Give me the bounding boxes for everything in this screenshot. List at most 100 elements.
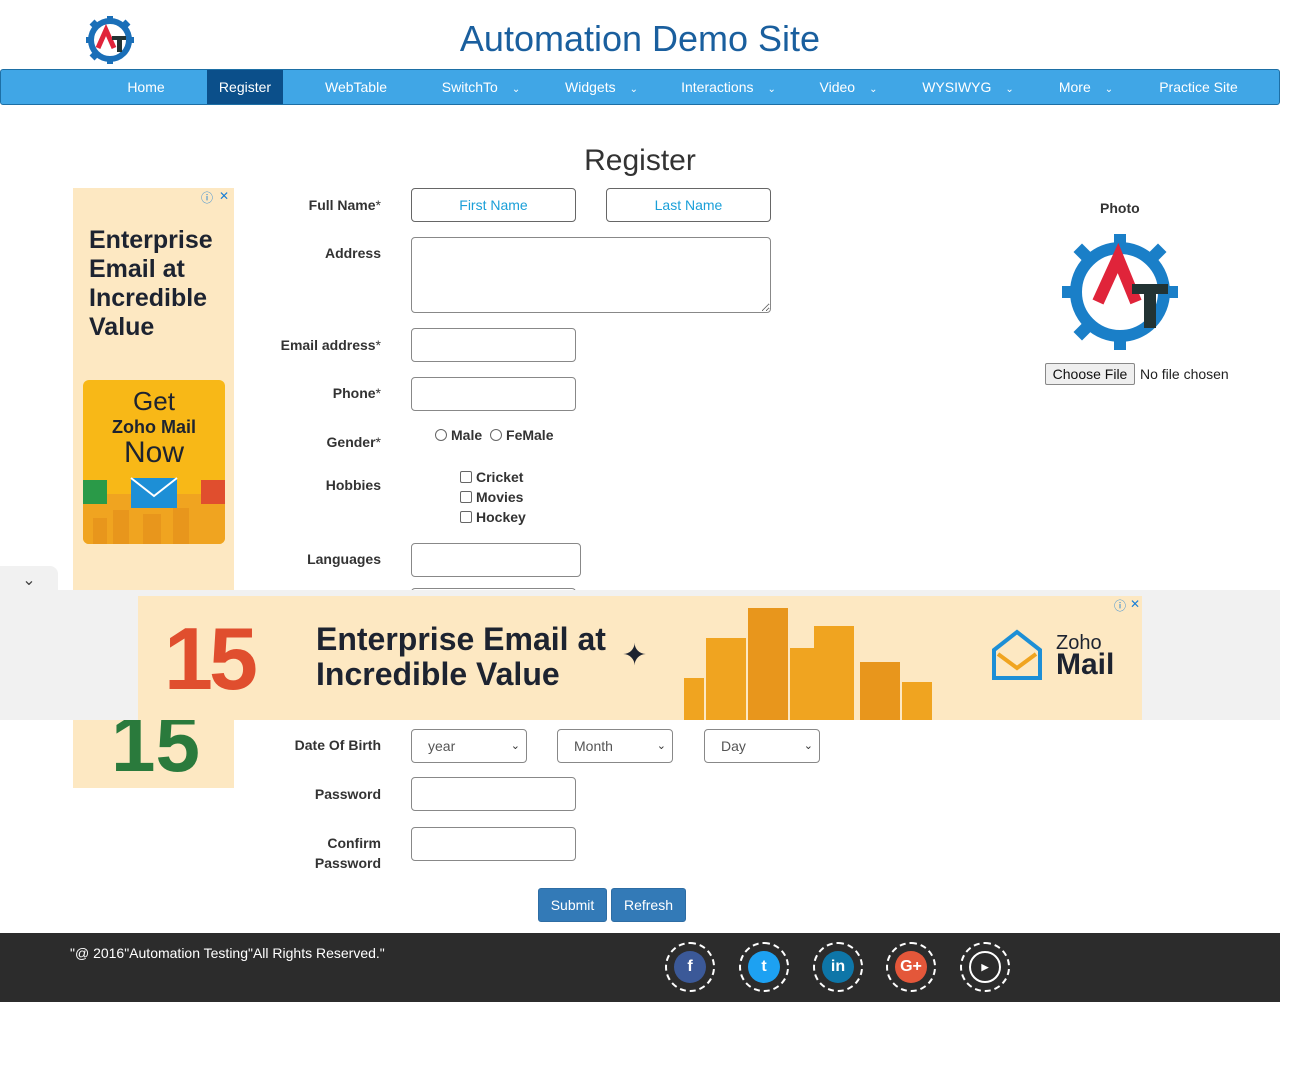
dob-day-select[interactable]: Day ⌄ <box>704 729 820 763</box>
nav-video[interactable]: Video ⌄ <box>811 70 886 104</box>
chevron-down-icon: ⌄ <box>22 572 36 589</box>
full-name-label: Full Name* <box>309 195 381 215</box>
youtube-icon: ▶ <box>969 951 1001 983</box>
hobby-hockey: Hockey <box>460 509 526 525</box>
twitter-link[interactable]: t <box>739 942 789 992</box>
youtube-link[interactable]: ▶ <box>960 942 1010 992</box>
nav-wysiwyg-label: WYSIWYG <box>922 79 992 95</box>
confirm-password-label-line2: Password <box>314 855 381 871</box>
dob-year-value: year <box>428 738 456 754</box>
full-name-label-text: Full Name <box>308 197 376 213</box>
close-icon[interactable]: ✕ <box>219 189 229 203</box>
phone-label: Phone* <box>333 383 381 403</box>
chevron-down-icon: ⌄ <box>511 84 521 95</box>
nav-widgets[interactable]: Widgets ⌄ <box>554 70 649 104</box>
ad-banner-text: Enterprise Email at Incredible Value <box>316 622 606 692</box>
nav-webtable[interactable]: WebTable <box>311 70 401 104</box>
nav-practice-site[interactable]: Practice Site <box>1151 70 1246 104</box>
ad-headline-line: Email at <box>89 255 185 283</box>
nav-interactions[interactable]: Interactions ⌄ <box>671 70 786 104</box>
dob-label: Date Of Birth <box>294 737 381 753</box>
password-label: Password <box>314 786 381 802</box>
dob-month-select[interactable]: Month ⌄ <box>557 729 673 763</box>
required-mark: * <box>375 385 381 401</box>
nav-more-label: More <box>1058 79 1091 95</box>
zoho-mail-icon <box>992 629 1042 680</box>
gender-options: Male FeMale <box>435 427 553 443</box>
nav-home[interactable]: Home <box>111 70 181 104</box>
email-field[interactable] <box>411 328 576 362</box>
chevron-down-icon: ⌄ <box>767 84 776 95</box>
close-icon[interactable]: ✕ <box>1130 597 1140 611</box>
ad-banner-text-line: Incredible Value <box>316 656 560 692</box>
ad-cta-brand: Zoho Mail <box>112 417 196 437</box>
chevron-down-icon: ⌄ <box>510 740 520 752</box>
hobby-movies-label: Movies <box>476 489 524 505</box>
ad-cta-get: Get <box>133 386 175 416</box>
email-label-text: Email address <box>280 337 376 353</box>
phone-field[interactable] <box>411 377 576 411</box>
google-plus-icon: G+ <box>895 951 927 983</box>
mail-envelope-icon <box>83 477 225 544</box>
gender-label: Gender* <box>327 432 381 452</box>
required-mark: * <box>375 197 381 213</box>
confirm-password-field[interactable] <box>411 827 576 861</box>
linkedin-link[interactable]: in <box>813 942 863 992</box>
required-mark: * <box>375 434 381 450</box>
gender-male-label: Male <box>451 427 483 443</box>
languages-select[interactable] <box>411 543 581 577</box>
ad-info-icon[interactable]: ⓘ <box>201 189 213 206</box>
nav-register[interactable]: Register <box>207 70 283 104</box>
dob-year-select[interactable]: year ⌄ <box>411 729 527 763</box>
hobby-cricket-checkbox[interactable] <box>460 471 472 483</box>
hobby-movies-checkbox[interactable] <box>460 491 472 503</box>
ad-headline-line: Value <box>89 313 155 341</box>
ad-info-icon[interactable]: ⓘ <box>1114 597 1126 614</box>
refresh-button[interactable]: Refresh <box>611 888 686 922</box>
password-field[interactable] <box>411 777 576 811</box>
photo-label: Photo <box>1100 200 1140 216</box>
copyright-text: "@ 2016"Automation Testing"All Rights Re… <box>70 945 385 961</box>
gender-male-radio[interactable] <box>435 429 447 441</box>
hobby-hockey-checkbox[interactable] <box>460 511 472 523</box>
profile-photo-image <box>1062 234 1178 350</box>
linkedin-icon: in <box>822 951 854 983</box>
ad-headline: Enterprise Email at Incredible Value <box>89 226 213 342</box>
ad-banner-text-line: Enterprise Email at <box>316 621 606 657</box>
nav-widgets-label: Widgets <box>565 79 616 95</box>
main-nav: Home Register WebTable SwitchTo ⌄ Widgets… <box>0 69 1280 105</box>
first-name-input[interactable] <box>411 188 576 222</box>
page-title: Register <box>584 144 696 177</box>
ad-banner-content[interactable]: 15 Enterprise Email at Incredible Value … <box>138 596 1142 720</box>
ad-cta[interactable]: Get Zoho Mail Now <box>83 380 225 544</box>
chevron-down-icon: ⌄ <box>629 84 638 95</box>
ad-banner-number: 15 <box>164 609 258 708</box>
last-name-input[interactable] <box>606 188 771 222</box>
submit-button[interactable]: Submit <box>538 888 607 922</box>
city-skyline-icon <box>684 608 932 720</box>
ad-headline-line: Incredible <box>89 284 208 312</box>
chevron-down-icon: ⌄ <box>656 740 666 752</box>
chevron-down-icon: ⌄ <box>1005 84 1014 95</box>
ad-banner-bottom: 15 Enterprise Email at Incredible Value … <box>0 596 1280 720</box>
phone-label-text: Phone <box>332 385 376 401</box>
nav-more[interactable]: More ⌄ <box>1051 70 1121 104</box>
hobby-movies: Movies <box>460 489 523 505</box>
nav-switchto-label: SwitchTo <box>441 79 498 95</box>
address-textarea[interactable] <box>411 237 771 313</box>
required-mark: * <box>375 337 381 353</box>
ad-banner-brand-2: Mail <box>1056 648 1115 681</box>
ad-collapse-button[interactable]: ⌄ <box>0 566 58 596</box>
site-title: Automation Demo Site <box>459 18 821 59</box>
nav-video-label: Video <box>819 79 856 95</box>
nav-wysiwyg[interactable]: WYSIWYG ⌄ <box>913 70 1023 104</box>
facebook-link[interactable]: f <box>665 942 715 992</box>
file-status: No file chosen <box>1140 366 1229 382</box>
nav-switchto[interactable]: SwitchTo ⌄ <box>431 70 531 104</box>
choose-file-button[interactable]: Choose File <box>1045 363 1135 385</box>
dob-month-value: Month <box>574 738 613 754</box>
gender-female-radio[interactable] <box>490 429 503 441</box>
dob-day-value: Day <box>721 738 746 754</box>
google-plus-link[interactable]: G+ <box>886 942 936 992</box>
chevron-down-icon: ⌄ <box>1104 84 1114 95</box>
